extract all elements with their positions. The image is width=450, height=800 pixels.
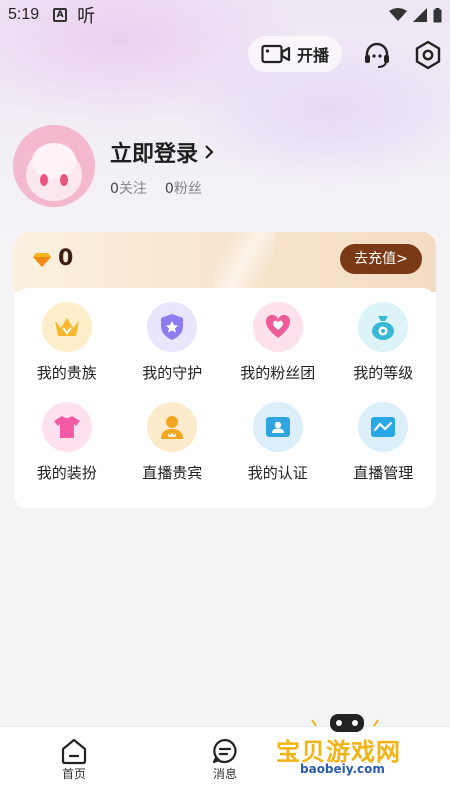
wallet-shine	[214, 232, 274, 292]
menu-item-fanclub[interactable]: 我的粉丝团	[225, 302, 331, 402]
menu-item-nobility[interactable]: 我的贵族	[14, 302, 120, 402]
menu-item-outfit[interactable]: 我的装扮	[14, 402, 120, 502]
nav-home-label: 首页	[61, 767, 86, 781]
recharge-button[interactable]: 去充值>	[340, 244, 422, 274]
signal-icon	[413, 8, 427, 22]
menu-item-label: 我的认证	[247, 464, 308, 482]
menu-item-label: 我的守护	[142, 364, 203, 382]
money-bag-icon	[358, 302, 409, 352]
wallet-header: 0 去充值>	[14, 232, 436, 292]
menu-item-live-management[interactable]: 直播管理	[331, 402, 437, 502]
shirt-icon	[41, 402, 92, 452]
login-link[interactable]: 立即登录	[110, 136, 214, 168]
diamond-icon	[33, 253, 51, 267]
avatar-mascot-icon	[13, 125, 95, 207]
menu-item-label: 直播管理	[353, 464, 414, 482]
video-camera-icon	[261, 44, 291, 64]
start-live-label: 开播	[296, 46, 329, 65]
start-live-button[interactable]: 开播	[248, 36, 342, 72]
following-count: 0	[110, 181, 119, 197]
wifi-icon	[389, 8, 407, 21]
settings-icon[interactable]	[413, 40, 443, 70]
fans-stat[interactable]: 0粉丝	[165, 178, 202, 198]
menu-item-verification[interactable]: 我的认证	[225, 402, 331, 502]
menu-item-label: 我的等级	[353, 364, 414, 382]
menu-item-level[interactable]: 我的等级	[331, 302, 437, 402]
watermark-url: baobeiy.com	[300, 762, 385, 776]
login-label: 立即登录	[110, 142, 199, 167]
follow-stats: 0关注 0粉丝	[110, 178, 202, 198]
home-icon	[61, 738, 87, 765]
status-time: 5:19	[8, 6, 40, 23]
nav-messages-label: 消息	[212, 767, 237, 781]
crown-icon	[41, 302, 92, 352]
wallet-card: 0 去充值> 我的贵族 我的守护 我的粉丝团 我的等级 我的装扮 直播贵宾 我的…	[14, 232, 436, 508]
vip-user-icon	[147, 402, 198, 452]
diamond-balance: 0	[58, 246, 74, 271]
nav-home[interactable]: 首页	[44, 737, 104, 782]
status-bar: 5:19 A 听	[0, 0, 450, 30]
status-right-icons	[389, 7, 442, 23]
id-card-icon	[252, 402, 303, 452]
fans-count: 0	[164, 181, 174, 197]
menu-item-guard[interactable]: 我的守护	[120, 302, 226, 402]
nav-messages[interactable]: 消息	[195, 737, 255, 782]
chart-icon	[358, 402, 409, 452]
shield-icon	[147, 302, 198, 352]
menu-item-label: 我的装扮	[36, 464, 97, 482]
chevron-right-icon	[205, 145, 214, 159]
battery-icon	[433, 7, 442, 22]
menu-item-label: 直播贵宾	[142, 464, 203, 482]
following-stat[interactable]: 0关注	[110, 178, 147, 198]
app-notification-icon: A	[53, 8, 68, 22]
headset-icon[interactable]	[362, 40, 392, 70]
menu-item-vip-guest[interactable]: 直播贵宾	[120, 402, 226, 502]
menu-item-label: 我的贵族	[36, 364, 97, 382]
heart-icon	[252, 302, 303, 352]
message-icon	[212, 738, 237, 764]
following-label: 关注	[118, 181, 147, 197]
fans-label: 粉丝	[173, 181, 202, 197]
avatar[interactable]	[13, 125, 95, 207]
feature-grid: 我的贵族 我的守护 我的粉丝团 我的等级 我的装扮 直播贵宾 我的认证 直播管理	[14, 288, 436, 508]
status-extra-text: 听	[77, 6, 96, 27]
menu-item-label: 我的粉丝团	[240, 364, 316, 382]
